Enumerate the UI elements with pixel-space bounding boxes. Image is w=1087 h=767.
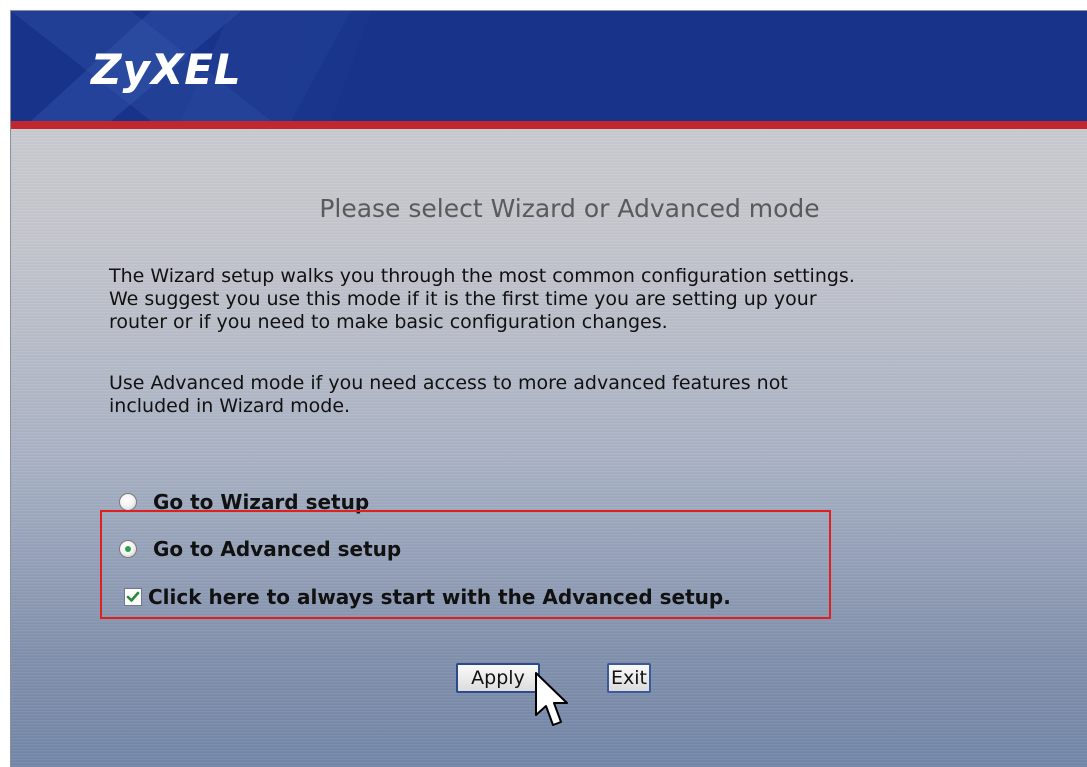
apply-button[interactable]: Apply — [456, 663, 540, 693]
exit-button[interactable]: Exit — [607, 663, 651, 693]
mouse-pointer-icon — [535, 672, 568, 726]
header-banner: ZyXEL — [11, 11, 1087, 121]
page-title: Please select Wizard or Advanced mode — [319, 194, 820, 223]
wizard-description: The Wizard setup walks you through the m… — [109, 265, 855, 333]
router-config-page: ZyXEL Please select Wizard or Advanced m… — [10, 10, 1087, 767]
zyxel-logo: ZyXEL — [91, 45, 242, 94]
highlight-box — [100, 510, 831, 619]
header-accent-bar — [11, 121, 1087, 129]
wizard-radio[interactable] — [119, 493, 137, 511]
advanced-description: Use Advanced mode if you need access to … — [109, 372, 788, 417]
